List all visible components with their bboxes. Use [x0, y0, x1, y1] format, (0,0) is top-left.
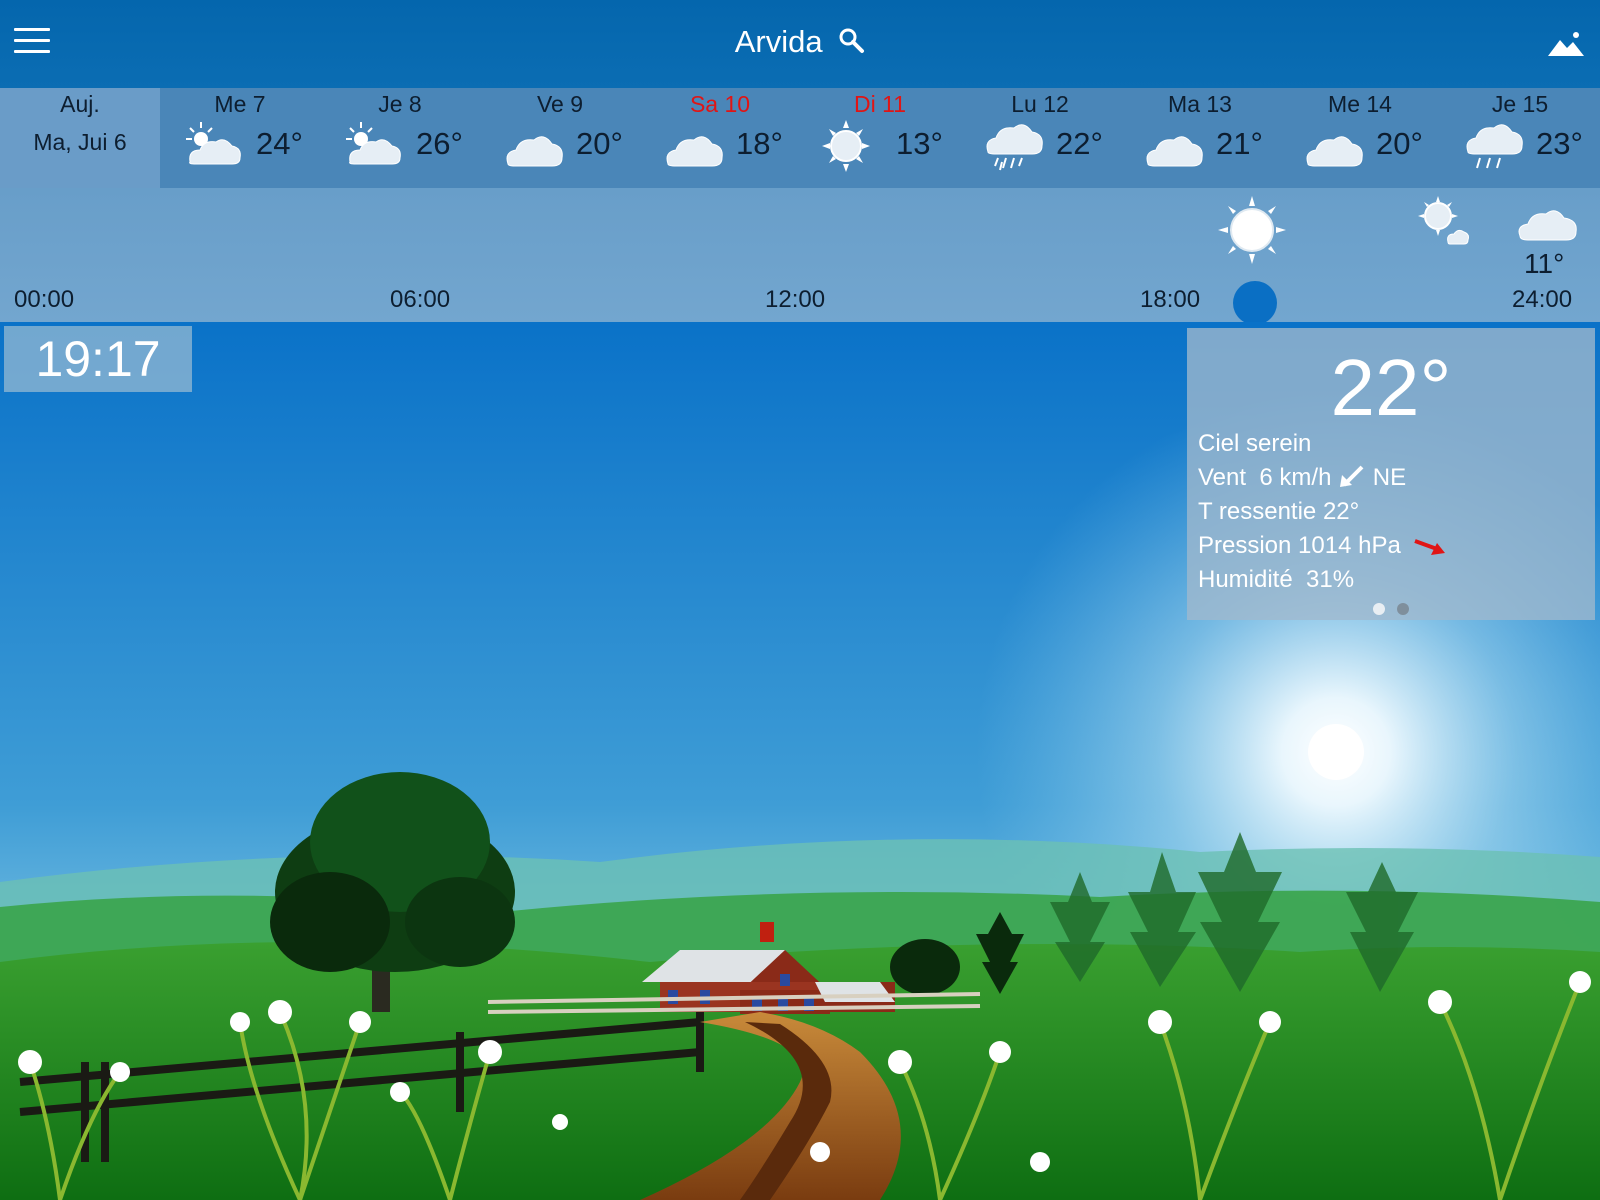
sun-icon	[1218, 196, 1286, 264]
daily-forecast-strip: Auj. Ma, Jui 6 Me 7 24° Je 8 26° Ve 9 20…	[0, 88, 1600, 188]
sun-small-cloud-icon	[1418, 196, 1469, 245]
feels-like: T ressentie 22°	[1198, 498, 1360, 525]
day-temp: 20°	[1376, 126, 1423, 161]
cloud-icon	[1518, 210, 1577, 241]
day-item[interactable]: Je 8 26°	[320, 88, 480, 188]
day-name: Di 11	[854, 91, 906, 117]
pressure-text: Pression 1014 hPa	[1198, 532, 1401, 559]
rain-cloud-icon	[1466, 124, 1523, 169]
time-tick: 24:00	[1512, 286, 1573, 313]
mountain-icon[interactable]	[1548, 30, 1584, 58]
time-tick: 12:00	[765, 286, 826, 313]
today-date: Ma, Jui 6	[33, 129, 127, 155]
day-temp: 13°	[896, 126, 943, 161]
sun-icon	[822, 120, 870, 172]
day-item[interactable]: Di 11 13°	[800, 88, 960, 188]
city-title[interactable]: Arvida	[0, 24, 1600, 60]
humidity-row: Humidité 31%	[1198, 566, 1354, 594]
hourly-temp: 11°	[1524, 248, 1565, 279]
pressure-row: Pression 1014 hPa	[1198, 532, 1447, 560]
day-item[interactable]: Je 15 23°	[1440, 88, 1600, 188]
wind-label: Vent	[1198, 464, 1247, 491]
day-name: Lu 12	[1011, 91, 1069, 117]
day-temp: 22°	[1056, 126, 1103, 161]
day-temp: 26°	[416, 126, 463, 161]
rain-cloud-icon	[986, 124, 1043, 171]
day-temp: 24°	[256, 126, 303, 161]
day-temp: 20°	[576, 126, 623, 161]
current-temp: 22°	[1330, 343, 1452, 432]
cloud-icon	[1306, 136, 1363, 167]
page-dot-active[interactable]	[1373, 603, 1385, 615]
today-label: Auj.	[60, 91, 100, 117]
city-name[interactable]: Arvida	[735, 24, 823, 59]
day-name: Me 14	[1328, 91, 1392, 117]
day-item[interactable]: Lu 12 22°	[960, 88, 1120, 188]
day-name: Sa 10	[689, 91, 751, 117]
time-slider-handle[interactable]	[1233, 281, 1277, 325]
condition-text: Ciel serein	[1198, 430, 1312, 457]
wind-row: Vent 6 km/h NE	[1198, 464, 1406, 492]
day-name: Me 7	[214, 91, 266, 117]
page-indicator[interactable]	[1187, 602, 1595, 620]
humidity-value: 31%	[1306, 566, 1355, 593]
wind-speed: 6 km/h	[1259, 464, 1332, 491]
time-tick: 06:00	[390, 286, 451, 313]
day-temp: 18°	[736, 126, 783, 161]
wind-direction-arrow-icon	[1340, 465, 1364, 487]
day-item[interactable]: Me 14 20°	[1280, 88, 1440, 188]
hourly-timeline[interactable]: 11° 00:00 06:00 12:00 18:00 24:00	[0, 188, 1600, 325]
day-today[interactable]: Auj. Ma, Jui 6	[0, 88, 160, 188]
current-conditions-card[interactable]: 22° Ciel serein Vent 6 km/h NE T ressent…	[1187, 328, 1595, 620]
partly-cloudy-icon	[186, 122, 241, 165]
day-temp: 21°	[1216, 126, 1263, 161]
day-item[interactable]: Me 7 24°	[160, 88, 320, 188]
cloud-icon	[1146, 136, 1203, 167]
day-item[interactable]: Ve 9 20°	[480, 88, 640, 188]
day-name: Je 15	[1491, 91, 1549, 117]
day-name: Ve 9	[536, 91, 584, 117]
humidity-label: Humidité	[1198, 566, 1293, 593]
partly-cloudy-icon	[346, 122, 401, 165]
day-name: Ma 13	[1168, 91, 1232, 117]
top-bar: Arvida	[0, 0, 1600, 88]
time-tick: 18:00	[1140, 286, 1201, 313]
day-name: Je 8	[378, 91, 422, 117]
time-tick: 00:00	[14, 286, 75, 313]
page-dot[interactable]	[1397, 603, 1409, 615]
day-temp: 23°	[1536, 126, 1583, 161]
current-time: 19:17	[4, 326, 192, 392]
day-item[interactable]: Ma 13 21°	[1120, 88, 1280, 188]
search-icon[interactable]	[837, 26, 865, 54]
cloud-icon	[506, 136, 563, 167]
day-item[interactable]: Sa 10 18°	[640, 88, 800, 188]
cloud-icon	[666, 136, 723, 167]
pressure-trend-arrow-icon	[1414, 539, 1446, 555]
wind-direction: NE	[1372, 464, 1407, 491]
